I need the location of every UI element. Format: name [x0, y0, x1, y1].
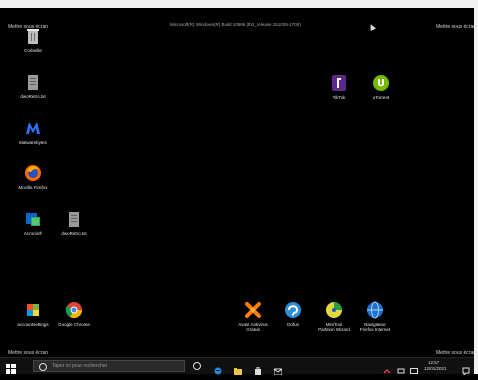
- cortana-icon: [39, 363, 47, 371]
- globe-browser-icon: [365, 300, 385, 320]
- volume-icon[interactable]: [410, 362, 418, 374]
- top-edge: [0, 0, 478, 8]
- mail-icon[interactable]: [273, 362, 283, 376]
- desktop-icon-label: uTorrent: [372, 95, 390, 100]
- desktop-icon-file-1[interactable]: dwoRetro.txt: [8, 72, 58, 99]
- notification-center-icon[interactable]: [462, 362, 470, 377]
- desktop-icon-utorrent[interactable]: uTorrent: [356, 73, 406, 100]
- task-view-icon[interactable]: [193, 362, 201, 370]
- utorrent-icon: [371, 73, 391, 93]
- settings-shortcut-icon: [23, 300, 43, 320]
- bottom-right-note: Mettre sous écran: [436, 350, 477, 356]
- desktop-icon-label: Navigateur Firefox Internet: [359, 322, 391, 332]
- firefox-icon: [23, 163, 43, 183]
- file-explorer-icon[interactable]: [234, 362, 242, 375]
- malwarebytes-icon: [23, 118, 43, 138]
- desktop-icon-firefox[interactable]: Mozilla Firefox: [8, 163, 58, 190]
- recycle-bin-icon: [23, 26, 43, 46]
- top-right-note: Mettre sous écran: [436, 24, 477, 30]
- windows-logo-icon: [6, 364, 16, 374]
- chrome-icon: [64, 300, 84, 320]
- desktop-icon-malwarebytes[interactable]: Malwarebytes: [8, 118, 58, 145]
- dofus-icon: [283, 300, 303, 320]
- bottom-left-note: Mettre sous écran: [8, 350, 49, 356]
- desktop-icon-file-2[interactable]: dwoRetro.txt: [49, 209, 99, 236]
- clock-time[interactable]: 12:57: [428, 360, 439, 365]
- avast-icon: [243, 300, 263, 320]
- network-icon[interactable]: [397, 362, 405, 374]
- build-watermark: Microsoft(R) Windows(R) Build 10586 (th2…: [170, 22, 301, 27]
- edge-browser-icon[interactable]: [214, 362, 222, 375]
- tray-expand-icon[interactable]: [383, 362, 391, 374]
- desktop-icon-recycle-bin[interactable]: Corbeille: [8, 26, 58, 53]
- acronis-icon: [23, 209, 43, 229]
- search-placeholder: Taper ici pour rechercher: [52, 363, 108, 369]
- document-icon: [23, 72, 43, 92]
- start-button[interactable]: [6, 361, 16, 374]
- tiktok-icon: [329, 73, 349, 93]
- partition-wizard-icon: [324, 300, 344, 320]
- desktop-icon-internet[interactable]: Navigateur Firefox Internet: [350, 300, 400, 332]
- desktop-icon-label: Corbeille: [24, 48, 42, 53]
- right-edge: [474, 0, 478, 374]
- taskbar: Taper ici pour rechercher 12:57 12/01/20…: [0, 357, 474, 377]
- clock-date[interactable]: 12/01/2021: [424, 366, 447, 371]
- desktop-icon-chrome[interactable]: Google Chrome: [49, 300, 99, 327]
- desktop-icon-label: dwoRetro.txt: [61, 231, 87, 236]
- store-icon[interactable]: [254, 362, 262, 375]
- desktop-icon-label: dwoRetro.txt: [20, 94, 46, 99]
- desktop-icon-label: Google Chrome: [58, 322, 90, 327]
- desktop-icon-label: Mozilla Firefox: [18, 185, 48, 190]
- desktop-icon-label: Malwarebytes: [19, 140, 47, 145]
- taskbar-search-box[interactable]: Taper ici pour rechercher: [33, 360, 185, 372]
- document-icon: [64, 209, 84, 229]
